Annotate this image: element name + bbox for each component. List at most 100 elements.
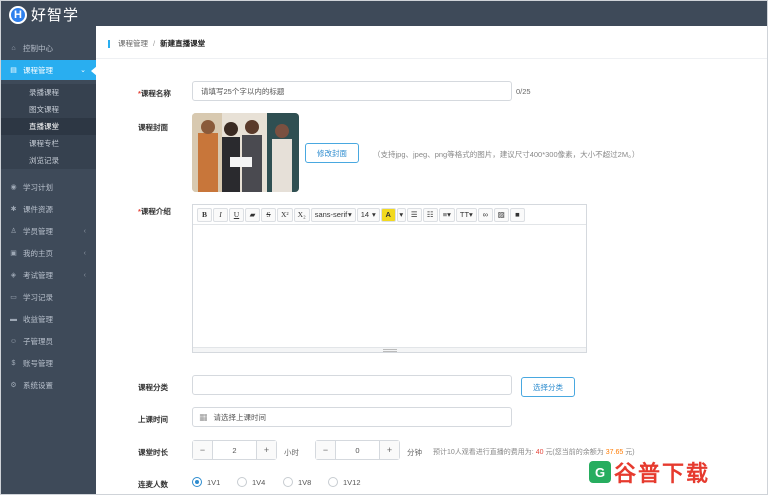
hours-value[interactable]: 2 — [212, 441, 257, 459]
video-icon[interactable]: ■ — [509, 207, 525, 222]
radio-label: 1V12 — [343, 477, 361, 487]
decrement-hours-button[interactable]: − — [193, 441, 212, 459]
subscript-button[interactable]: X₂ — [293, 207, 310, 222]
sidebar: ⌂ 控制中心 ▤ 课程管理 ⌄ 录播课程 图文课程 直播课堂 课程专栏 浏览记录… — [1, 26, 97, 494]
radio-1v8[interactable]: 1V8 — [283, 477, 311, 487]
chevron-down-icon[interactable]: ▾ — [396, 207, 406, 222]
breadcrumb-accent — [108, 39, 110, 48]
radio-dot — [328, 477, 338, 487]
sidebar-item-exams[interactable]: ◈ 考试管理 ‹ — [1, 265, 96, 285]
sidebar-subitem-history[interactable]: 浏览记录 — [1, 152, 96, 169]
duration-label: 课堂时长 — [138, 448, 168, 457]
calendar-icon: ▦ — [199, 411, 208, 422]
sidebar-item-records[interactable]: ▭ 学习记录 — [1, 287, 96, 307]
cover-label: 课程封面 — [138, 123, 168, 132]
chevron-left-icon: ‹ — [83, 271, 86, 279]
minutes-unit: 分钟 — [407, 448, 422, 457]
font-size-select[interactable]: 14 ▾ — [356, 207, 380, 222]
numbered-list-icon[interactable]: ☷ — [422, 207, 438, 222]
bold-button[interactable]: B — [197, 207, 212, 222]
underline-button[interactable]: U — [229, 207, 244, 222]
sidebar-subitem-article[interactable]: 图文课程 — [1, 101, 96, 118]
superscript-button[interactable]: X² — [277, 207, 293, 222]
bullet-list-icon[interactable]: ☰ — [406, 207, 422, 222]
breadcrumb-current: 新建直播课堂 — [160, 39, 206, 48]
breadcrumb: 课程管理 / 新建直播课堂 — [108, 38, 205, 49]
gear-icon: ✱ — [10, 206, 17, 213]
logo-icon: H — [9, 5, 27, 24]
hours-unit: 小时 — [284, 448, 299, 457]
dollar-icon: $ — [11, 359, 16, 367]
sidebar-item-study-plan[interactable]: ◉ 学习计划 — [1, 177, 96, 197]
logo[interactable]: H 好智学 — [9, 4, 79, 25]
sidebar-item-label: 学习记录 — [23, 292, 53, 302]
sidebar-item-students[interactable]: ♙ 学员管理 ‹ — [1, 221, 96, 241]
home-icon: ⌂ — [11, 44, 16, 52]
sidebar-item-homepage[interactable]: ▣ 我的主页 ‹ — [1, 243, 96, 263]
change-cover-button[interactable]: 修改封面 — [305, 143, 359, 163]
logo-text: 好智学 — [31, 7, 80, 24]
sidebar-item-label: 学习计划 — [23, 182, 53, 192]
hours-stepper[interactable]: − 2 + — [192, 440, 277, 460]
radio-label: 1V8 — [298, 477, 312, 487]
class-time-label: 上课时间 — [138, 415, 168, 424]
sidebar-subitem-recorded[interactable]: 录播课程 — [1, 84, 96, 101]
resize-handle-icon[interactable] — [383, 349, 397, 352]
watermark: G 谷普下载 — [589, 456, 710, 488]
strikethrough-button[interactable]: S — [261, 207, 276, 222]
person-icon: ☺ — [9, 337, 18, 345]
radio-1v4[interactable]: 1V4 — [237, 477, 265, 487]
sidebar-item-label: 课件资源 — [23, 204, 53, 214]
app-window: H 好智学 ⌂ 控制中心 ▤ 课程管理 ⌄ 录播课程 图文课程 直播课堂 课程专… — [0, 0, 768, 495]
minutes-stepper[interactable]: − 0 + — [315, 440, 400, 460]
class-time-input[interactable]: ▦ 请选择上课时间 — [192, 407, 512, 427]
sidebar-item-course-management[interactable]: ▤ 课程管理 ⌄ — [1, 60, 97, 80]
sidebar-item-settings[interactable]: ⚙ 系统设置 — [1, 375, 96, 395]
sidebar-item-label: 我的主页 — [23, 248, 53, 258]
radio-1v12[interactable]: 1V12 — [328, 477, 361, 487]
sidebar-item-label: 子管理员 — [23, 336, 53, 346]
rich-text-editor[interactable]: B I U ▰ S X² X₂ sans-serif ▾ 14 ▾ A ▾ ☰ ☷ … — [192, 204, 587, 353]
breadcrumb-parent[interactable]: 课程管理 — [118, 38, 148, 49]
image-icon[interactable]: ▨ — [493, 207, 509, 222]
link-icon[interactable]: ∞ — [477, 207, 493, 222]
select-category-button[interactable]: 选择分类 — [521, 377, 575, 397]
sidebar-item-resources[interactable]: ✱ 课件资源 — [1, 199, 96, 219]
radio-1v1[interactable]: 1V1 — [192, 477, 220, 487]
sidebar-item-accounts[interactable]: $ 账号管理 — [1, 353, 96, 373]
sidebar-item-revenue[interactable]: ▬ 收益管理 — [1, 309, 96, 329]
cover-photo-illustration — [192, 113, 299, 192]
text-color-button[interactable]: A — [380, 207, 396, 222]
increment-hours-button[interactable]: + — [257, 441, 276, 459]
increment-minutes-button[interactable]: + — [380, 441, 399, 459]
sidebar-subitem-column[interactable]: 课程专栏 — [1, 135, 96, 152]
radio-label: 1V1 — [207, 477, 221, 487]
course-name-input[interactable]: 请填写25个字以内的标题 — [192, 81, 512, 101]
chevron-left-icon: ‹ — [83, 249, 86, 257]
category-input[interactable] — [192, 375, 512, 395]
settings-icon: ⚙ — [10, 382, 17, 389]
sidebar-subitem-live[interactable]: 直播课堂 — [1, 118, 96, 135]
book-icon: ▤ — [10, 67, 17, 74]
decrement-minutes-button[interactable]: − — [316, 441, 335, 459]
italic-button[interactable]: I — [213, 207, 228, 222]
align-icon[interactable]: ≡▾ — [438, 207, 455, 222]
fee-text: 预计10人观看进行直播的费用为: — [433, 449, 534, 456]
eraser-icon[interactable]: ▰ — [245, 207, 260, 222]
sidebar-item-dashboard[interactable]: ⌂ 控制中心 — [1, 38, 96, 58]
user-icon: ♙ — [10, 228, 17, 235]
font-family-select[interactable]: sans-serif ▾ — [310, 207, 356, 222]
page-icon: ▣ — [10, 250, 17, 257]
top-bar: H 好智学 — [1, 1, 767, 26]
font-family-value: sans-serif — [314, 210, 348, 219]
intro-label: *课程介绍 — [138, 206, 171, 217]
sidebar-item-sub-admins[interactable]: ☺ 子管理员 — [1, 331, 96, 351]
header-divider — [96, 58, 767, 59]
radio-label: 1V4 — [252, 477, 266, 487]
text-format-icon[interactable]: TT▾ — [455, 207, 477, 222]
course-name-label-text: 课程名称 — [140, 89, 171, 98]
course-name-label: *课程名称 — [138, 88, 171, 99]
fee-mid: 元(您当前的余额为 — [545, 449, 604, 456]
sidebar-item-label: 课程管理 — [23, 65, 53, 75]
minutes-value[interactable]: 0 — [335, 441, 380, 459]
